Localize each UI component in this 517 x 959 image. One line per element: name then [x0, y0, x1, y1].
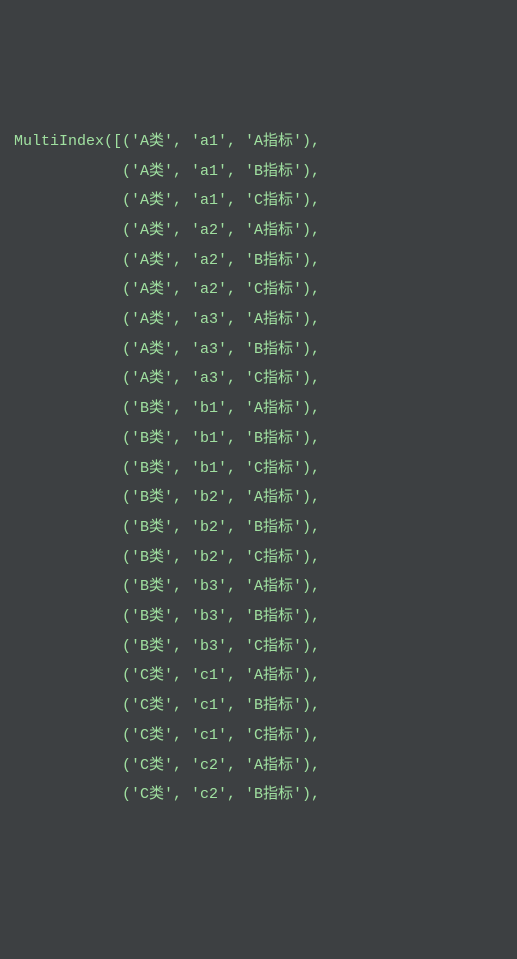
code-line: ('B类', 'b1', 'C指标'),: [14, 454, 503, 484]
code-line: ('B类', 'b2', 'A指标'),: [14, 483, 503, 513]
code-line: ('B类', 'b3', 'B指标'),: [14, 602, 503, 632]
code-line: ('B类', 'b2', 'C指标'),: [14, 543, 503, 573]
code-line: ('A类', 'a3', 'A指标'),: [14, 305, 503, 335]
code-line: ('A类', 'a3', 'C指标'),: [14, 364, 503, 394]
code-line: ('B类', 'b2', 'B指标'),: [14, 513, 503, 543]
code-output: MultiIndex([('A类', 'a1', 'A指标'), ('A类', …: [14, 127, 503, 810]
code-line: ('C类', 'c1', 'B指标'),: [14, 691, 503, 721]
code-line: ('A类', 'a3', 'B指标'),: [14, 335, 503, 365]
code-line: MultiIndex([('A类', 'a1', 'A指标'),: [14, 127, 503, 157]
code-line: ('A类', 'a2', 'B指标'),: [14, 246, 503, 276]
code-line: ('A类', 'a1', 'B指标'),: [14, 157, 503, 187]
code-line: ('C类', 'c1', 'A指标'),: [14, 661, 503, 691]
code-line: ('B类', 'b1', 'B指标'),: [14, 424, 503, 454]
code-line: ('A类', 'a1', 'C指标'),: [14, 186, 503, 216]
code-line: ('C类', 'c1', 'C指标'),: [14, 721, 503, 751]
code-line: ('C类', 'c2', 'A指标'),: [14, 751, 503, 781]
code-line: ('A类', 'a2', 'A指标'),: [14, 216, 503, 246]
code-line: ('C类', 'c2', 'B指标'),: [14, 780, 503, 810]
code-line: ('B类', 'b3', 'A指标'),: [14, 572, 503, 602]
code-line: ('A类', 'a2', 'C指标'),: [14, 275, 503, 305]
code-line: ('B类', 'b3', 'C指标'),: [14, 632, 503, 662]
code-line: ('B类', 'b1', 'A指标'),: [14, 394, 503, 424]
